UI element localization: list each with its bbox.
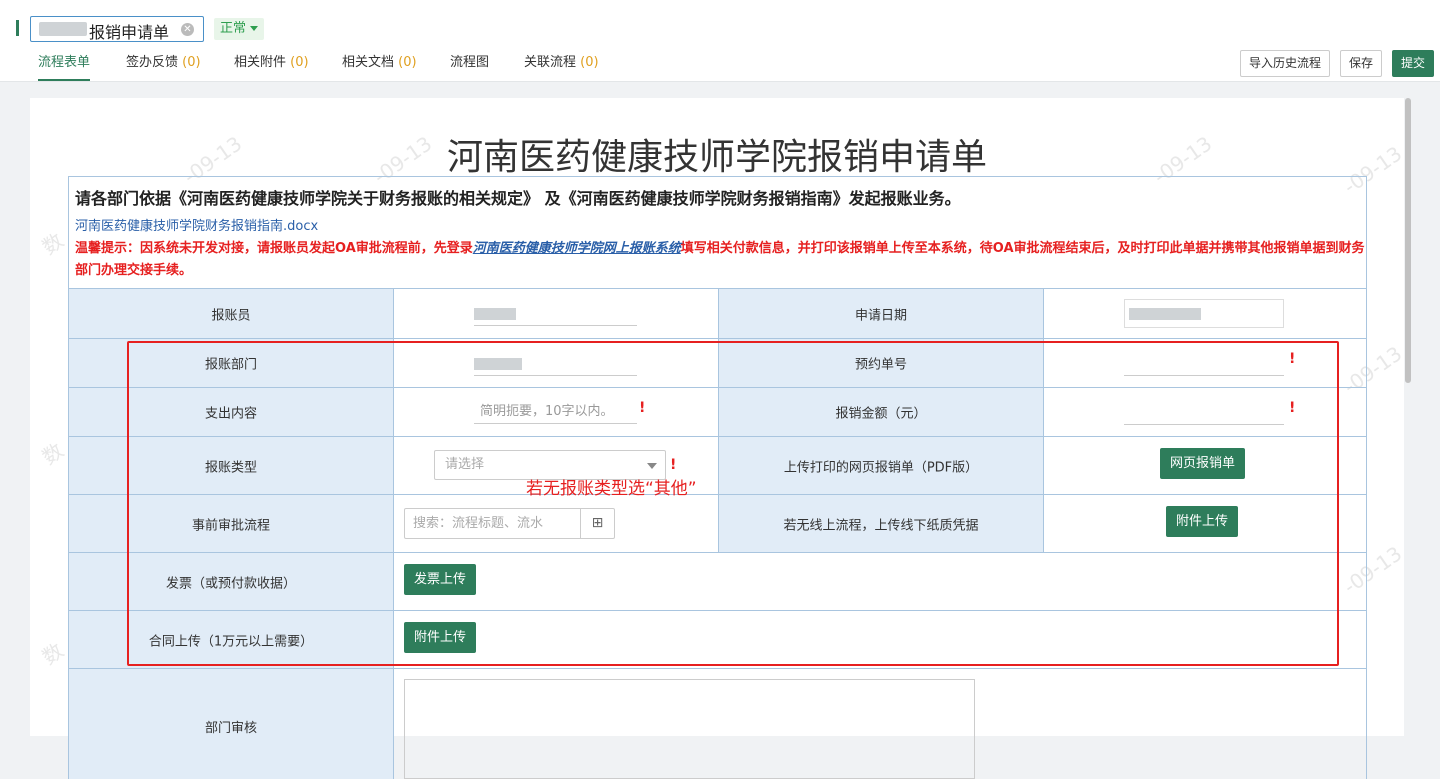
form-title: 河南医药健康技师学院报销申请单 [446,137,987,178]
clear-icon[interactable]: ✕ [181,23,194,36]
status-label: 正常 [220,21,247,36]
label-text: 报账员 [211,308,251,323]
import-history-button[interactable]: 导入历史流程 [1240,50,1331,77]
field-cell [1043,289,1367,338]
tab-label: 相关文档 [342,55,395,70]
scrollbar[interactable] [1404,98,1412,736]
tab-label: 流程表单 [38,55,91,70]
form-row: 报账员 申请日期 [68,289,1367,339]
notice-text: 请各部门依据《河南医药健康技师学院关于财务报账的相关规定》 及《河南医药健康技师… [75,189,961,208]
redacted-text [39,22,87,36]
tip-prefix: 温馨提示：因系统未开发对接，请报账员发起OA审批流程前，先登录 [75,241,473,256]
field-cell [393,669,1367,779]
page-title: 报销申请单 [89,23,170,42]
tab-label: 签办反馈 [126,55,179,70]
label-text: 部门审核 [204,721,257,736]
watermark: 数 [37,438,68,470]
tab-count: (0) [290,55,309,70]
tab-documents[interactable]: 相关文档 (0) [342,46,417,81]
field-label: 报账员 [68,289,393,338]
apply-date-field[interactable] [1124,299,1284,328]
reporter-field[interactable] [474,302,637,326]
label-text: 申请日期 [854,308,907,323]
annotation-text: 若无报账类型选“其他” [526,479,697,499]
dept-review-textarea[interactable] [404,679,975,779]
guide-doc-link[interactable]: 河南医药健康技师学院财务报销指南.docx [75,215,318,234]
watermark: 数 [37,638,68,670]
tab-form[interactable]: 流程表单 [38,46,91,81]
reimbursement-system-link[interactable]: 河南医药健康技师学院网上报账系统 [473,241,681,256]
caret-down-icon [250,26,259,31]
tab-related-flows[interactable]: 关联流程 (0) [524,46,599,81]
tab-count: (0) [580,55,599,70]
title-input[interactable]: 报销申请单 ✕ [30,16,204,42]
field-label: 申请日期 [718,289,1043,338]
form-row: 部门审核 [68,669,1367,779]
save-button[interactable]: 保存 [1340,50,1383,77]
top-bar: 报销申请单 ✕ 正常 流程表单 签办反馈 (0) 相关附件 (0) 相关文档 (… [0,0,1440,82]
tab-label: 相关附件 [234,55,287,70]
field-cell [393,289,718,338]
tab-count: (0) [182,55,201,70]
redacted-text [1129,308,1201,320]
tab-flowchart[interactable]: 流程图 [450,46,489,81]
highlight-box [127,341,1339,666]
tab-feedback[interactable]: 签办反馈 (0) [126,46,201,81]
tip-text: 温馨提示：因系统未开发对接，请报账员发起OA审批流程前，先登录河南医药健康技师学… [75,238,1365,282]
notice-box: 请各部门依据《河南医药健康技师学院关于财务报账的相关规定》 及《河南医药健康技师… [68,176,1367,288]
submit-button[interactable]: 提交 [1392,50,1435,77]
tab-label: 关联流程 [524,55,577,70]
scrollbar-thumb[interactable] [1405,98,1411,383]
tab-attachments[interactable]: 相关附件 (0) [234,46,309,81]
watermark: 数 [37,228,68,260]
title-accent-bar [16,20,19,36]
tab-label: 流程图 [450,55,490,70]
redacted-text [474,308,516,320]
status-dropdown[interactable]: 正常 [214,18,265,40]
tab-count: (0) [398,55,417,70]
field-label: 部门审核 [68,669,393,779]
